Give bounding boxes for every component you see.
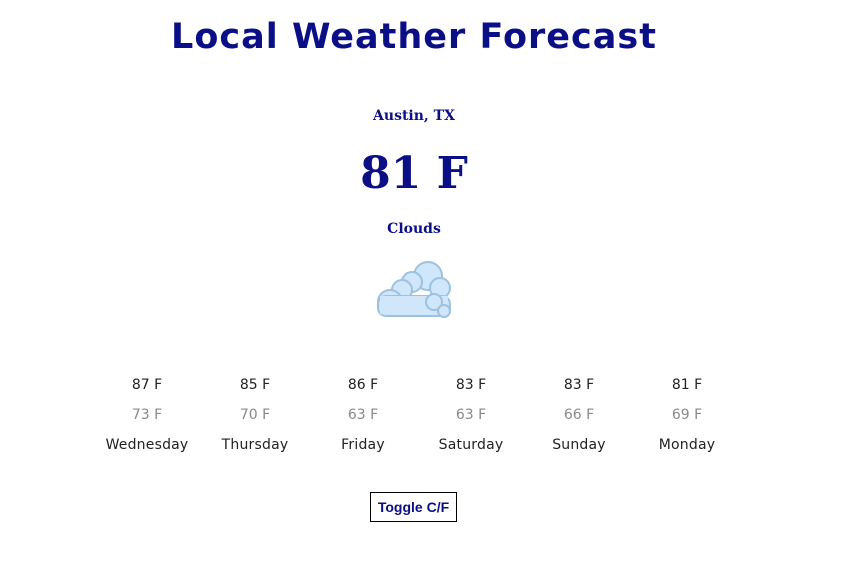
forecast-day: 81 F 69 F Monday bbox=[633, 376, 741, 454]
forecast-day: 85 F 70 F Thursday bbox=[201, 376, 309, 454]
high-temp: 87 F bbox=[131, 377, 163, 393]
high-temp: 83 F bbox=[563, 377, 595, 393]
forecast-day: 86 F 63 F Friday bbox=[309, 376, 417, 454]
day-name: Thursday bbox=[221, 437, 289, 453]
forecast-day: 87 F 73 F Wednesday bbox=[93, 376, 201, 454]
day-name: Saturday bbox=[438, 437, 504, 453]
low-temp: 73 F bbox=[131, 407, 163, 423]
high-temp: 81 F bbox=[671, 377, 703, 393]
weather-page: Local Weather Forecast Austin, TX 81 F C… bbox=[0, 0, 853, 582]
low-temp: 63 F bbox=[347, 407, 379, 423]
forecast-day: 83 F 63 F Saturday bbox=[417, 376, 525, 454]
conditions-label: Clouds bbox=[387, 221, 441, 237]
forecast-day: 83 F 66 F Sunday bbox=[525, 376, 633, 454]
current-temperature: 81 F bbox=[360, 148, 468, 199]
low-temp: 70 F bbox=[239, 407, 271, 423]
page-title: Local Weather Forecast bbox=[171, 17, 657, 57]
high-temp: 85 F bbox=[239, 377, 271, 393]
day-name: Sunday bbox=[552, 437, 606, 453]
high-temp: 86 F bbox=[347, 377, 379, 393]
day-name: Friday bbox=[341, 437, 385, 453]
low-temp: 63 F bbox=[455, 407, 487, 423]
low-temp: 66 F bbox=[563, 407, 595, 423]
cloud-icon bbox=[374, 256, 454, 320]
low-temp: 69 F bbox=[671, 407, 703, 423]
day-name: Monday bbox=[658, 437, 716, 453]
day-name: Wednesday bbox=[105, 437, 189, 453]
forecast-row: 87 F 73 F Wednesday 85 F 70 F Thursday 8… bbox=[93, 376, 741, 454]
location-label: Austin, TX bbox=[373, 108, 455, 124]
toggle-units-button[interactable]: Toggle C/F bbox=[370, 492, 457, 522]
high-temp: 83 F bbox=[455, 377, 487, 393]
